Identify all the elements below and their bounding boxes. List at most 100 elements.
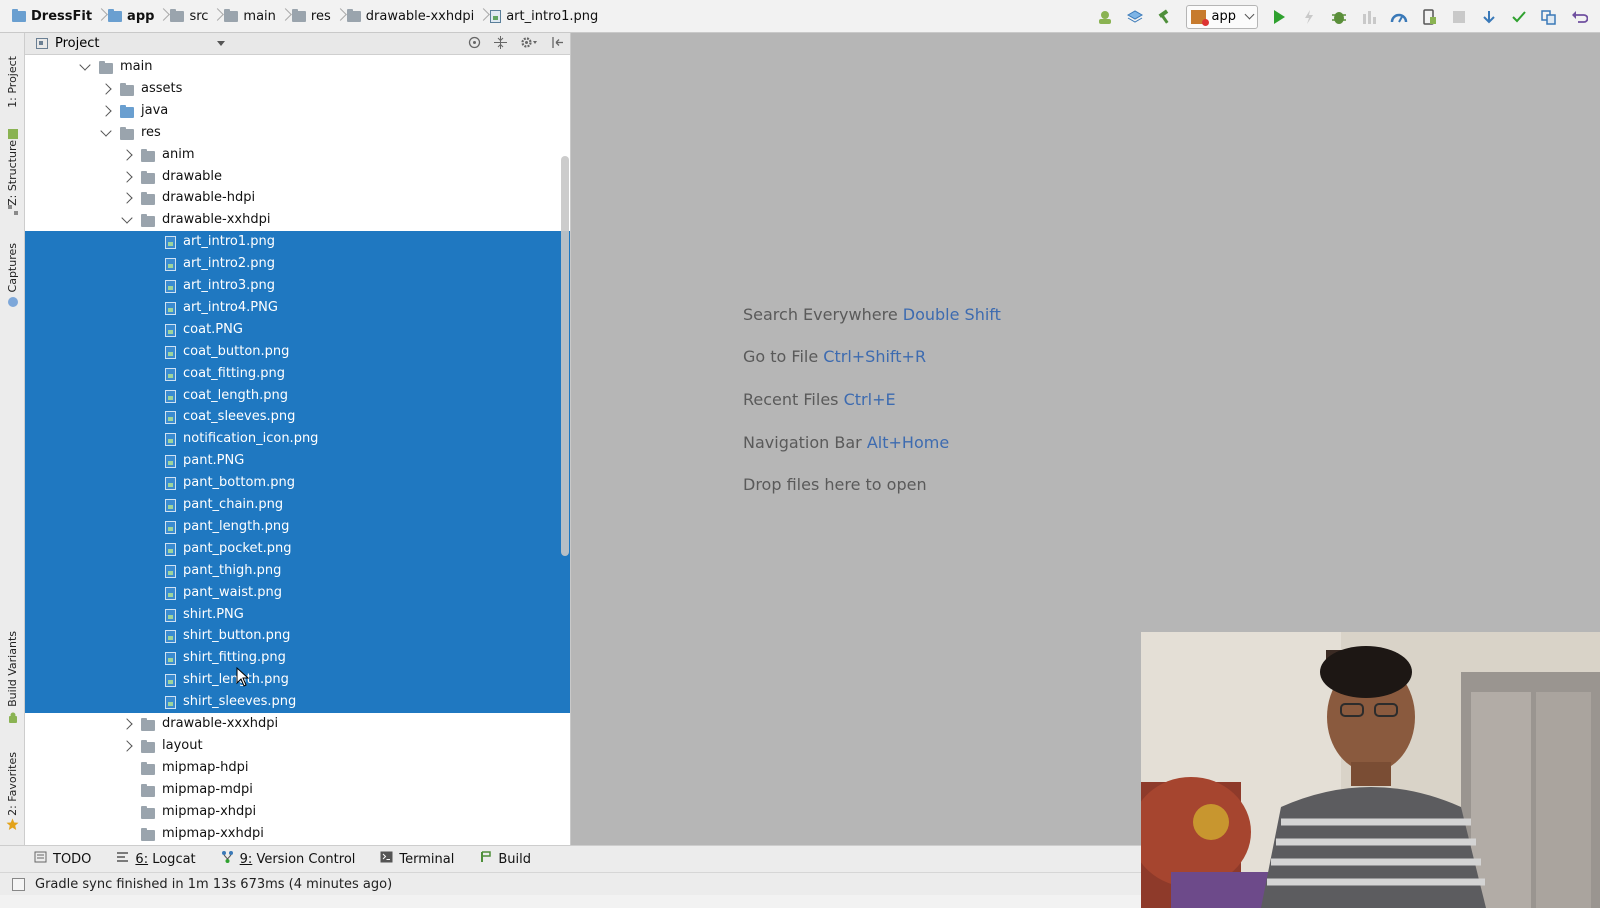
tree-file-item[interactable]: shirt.PNG (25, 603, 570, 626)
tree-file-item[interactable]: art_intro3.png (25, 275, 570, 297)
chevron-right-icon[interactable] (100, 105, 112, 117)
tree-folder-item[interactable]: res (25, 122, 570, 144)
tool-tab-favorites[interactable]: 2: Favorites (0, 752, 25, 816)
breadcrumb-item[interactable]: DressFit (12, 0, 108, 33)
project-view-select[interactable]: Project (55, 36, 99, 51)
device-manager-icon[interactable] (1414, 0, 1444, 33)
hide-icon[interactable] (551, 36, 564, 53)
tool-tab-version-control[interactable]: 9: Version Control (221, 851, 355, 867)
vcs-update-icon[interactable] (1474, 0, 1504, 33)
tree-file-item[interactable]: pant_waist.png (25, 581, 570, 604)
status-message[interactable]: Gradle sync finished in 1m 13s 673ms (4 … (35, 877, 392, 892)
tree-folder-item[interactable]: main (25, 56, 570, 78)
chevron-right-icon[interactable] (100, 83, 112, 95)
tool-tab-build[interactable]: Build (479, 851, 531, 867)
chevron-right-icon[interactable] (121, 148, 133, 161)
breadcrumb-item[interactable]: art_intro1.png (490, 0, 600, 33)
tool-tab-todo[interactable]: TODO (34, 851, 91, 867)
tree-file-item[interactable]: art_intro2.png (25, 253, 570, 276)
run-icon[interactable] (1264, 0, 1294, 33)
make-hammer-icon[interactable] (1150, 0, 1180, 33)
tree-item-label: layout (162, 737, 203, 753)
tool-tab-project[interactable]: 1: Project (0, 39, 25, 125)
breadcrumb-item[interactable]: res (291, 0, 347, 33)
vcs-commit-icon[interactable] (1504, 0, 1534, 33)
tree-file-item[interactable]: pant_bottom.png (25, 472, 570, 495)
folder-icon (141, 805, 155, 819)
chevron-down-icon[interactable] (79, 59, 91, 71)
tree-file-item[interactable]: shirt_button.png (25, 625, 570, 648)
breadcrumb: DressFit app src main res drawable-xxhdpi art_… (0, 0, 600, 33)
tree-folder-item[interactable]: assets (25, 78, 570, 100)
android-profile-icon[interactable] (1090, 0, 1120, 33)
tree-folder-item[interactable]: drawable-xxxhdpi (25, 713, 570, 735)
scrollbar-thumb[interactable] (561, 156, 569, 556)
tree-file-item[interactable]: coat_sleeves.png (25, 406, 570, 429)
compare-icon[interactable] (1534, 0, 1564, 33)
sync-icon[interactable] (1120, 0, 1150, 33)
tool-tab-captures-label: Captures (6, 243, 19, 293)
project-view-icon (36, 38, 48, 49)
chevron-down-icon[interactable] (100, 125, 112, 137)
tool-windows-toggle-icon[interactable] (12, 877, 25, 891)
tree-folder-item[interactable]: java (25, 100, 570, 122)
structure-icon (0, 203, 25, 217)
tree-folder-item[interactable]: mipmap-xxhdpi (25, 823, 570, 845)
tool-tab-logcat[interactable]: 6: Logcat (116, 851, 196, 867)
tree-file-item[interactable]: art_intro4.PNG (25, 296, 570, 319)
attach-debugger-icon[interactable] (1354, 0, 1384, 33)
tree-file-item[interactable]: notification_icon.png (25, 428, 570, 451)
chevron-right-icon[interactable] (121, 718, 133, 730)
breadcrumb-item[interactable]: app (108, 0, 170, 33)
profiler-icon[interactable] (1384, 0, 1414, 33)
tree-scrollbar[interactable] (560, 56, 570, 845)
chevron-down-icon[interactable] (121, 212, 133, 224)
tree-file-item[interactable]: shirt_fitting.png (25, 647, 570, 670)
locate-icon[interactable] (468, 36, 481, 53)
chevron-right-icon[interactable] (121, 192, 133, 205)
tree-file-item[interactable]: pant_pocket.png (25, 537, 570, 560)
tree-file-item[interactable]: pant_chain.png (25, 494, 570, 516)
tool-tab-terminal[interactable]: Terminal (380, 851, 454, 867)
breadcrumb-item[interactable]: main (224, 0, 291, 33)
tree-folder-item[interactable]: drawable-hdpi (25, 187, 570, 209)
breadcrumb-separator (336, 6, 345, 26)
stop-icon[interactable] (1444, 0, 1474, 33)
tool-tab-structure[interactable]: Z: Structure (0, 133, 25, 213)
tree-folder-item[interactable]: drawable (25, 166, 570, 188)
run-configuration-select[interactable]: app (1185, 4, 1258, 29)
tool-tab-build-variants[interactable]: Build Variants (0, 629, 25, 709)
hint-shortcut: Ctrl+E (843, 390, 896, 409)
tree-file-item[interactable]: shirt_sleeves.png (25, 691, 570, 714)
apply-changes-icon[interactable] (1294, 0, 1324, 33)
breadcrumb-separator (97, 6, 106, 26)
tree-file-item[interactable]: pant_length.png (25, 515, 570, 538)
breadcrumb-item[interactable]: drawable-xxhdpi (346, 0, 490, 33)
tree-folder-item[interactable]: mipmap-hdpi (25, 757, 570, 779)
tree-file-item[interactable]: coat.PNG (25, 318, 570, 341)
breadcrumb-item[interactable]: src (170, 0, 224, 33)
tree-file-item[interactable]: pant.PNG (25, 450, 570, 473)
tree-file-item[interactable]: shirt_length.png (25, 669, 570, 692)
chevron-right-icon[interactable] (121, 740, 133, 752)
tree-file-item[interactable]: pant_thigh.png (25, 559, 570, 582)
image-file-icon (165, 258, 176, 272)
gear-icon[interactable] (520, 36, 538, 53)
tree-file-item[interactable]: coat_length.png (25, 384, 570, 407)
tree-file-item[interactable]: coat_button.png (25, 340, 570, 363)
tree-item-label: mipmap-mdpi (162, 781, 253, 797)
tree-item-label: drawable-hdpi (162, 190, 256, 206)
debug-icon[interactable] (1324, 0, 1354, 33)
tree-folder-item[interactable]: anim (25, 144, 570, 166)
tree-folder-item[interactable]: layout (25, 735, 570, 757)
tree-folder-item[interactable]: drawable-xxhdpi (25, 209, 570, 231)
tool-tab-captures[interactable]: Captures (0, 238, 25, 298)
tree-folder-item[interactable]: mipmap-xhdpi (25, 801, 570, 823)
tree-file-item[interactable]: coat_fitting.png (25, 362, 570, 385)
chevron-right-icon[interactable] (121, 170, 133, 183)
undo-icon[interactable] (1564, 0, 1594, 33)
collapse-icon[interactable] (494, 35, 507, 53)
tree-file-item[interactable]: art_intro1.png (25, 231, 570, 254)
chevron-down-icon[interactable] (217, 41, 225, 46)
tree-folder-item[interactable]: mipmap-mdpi (25, 779, 570, 801)
